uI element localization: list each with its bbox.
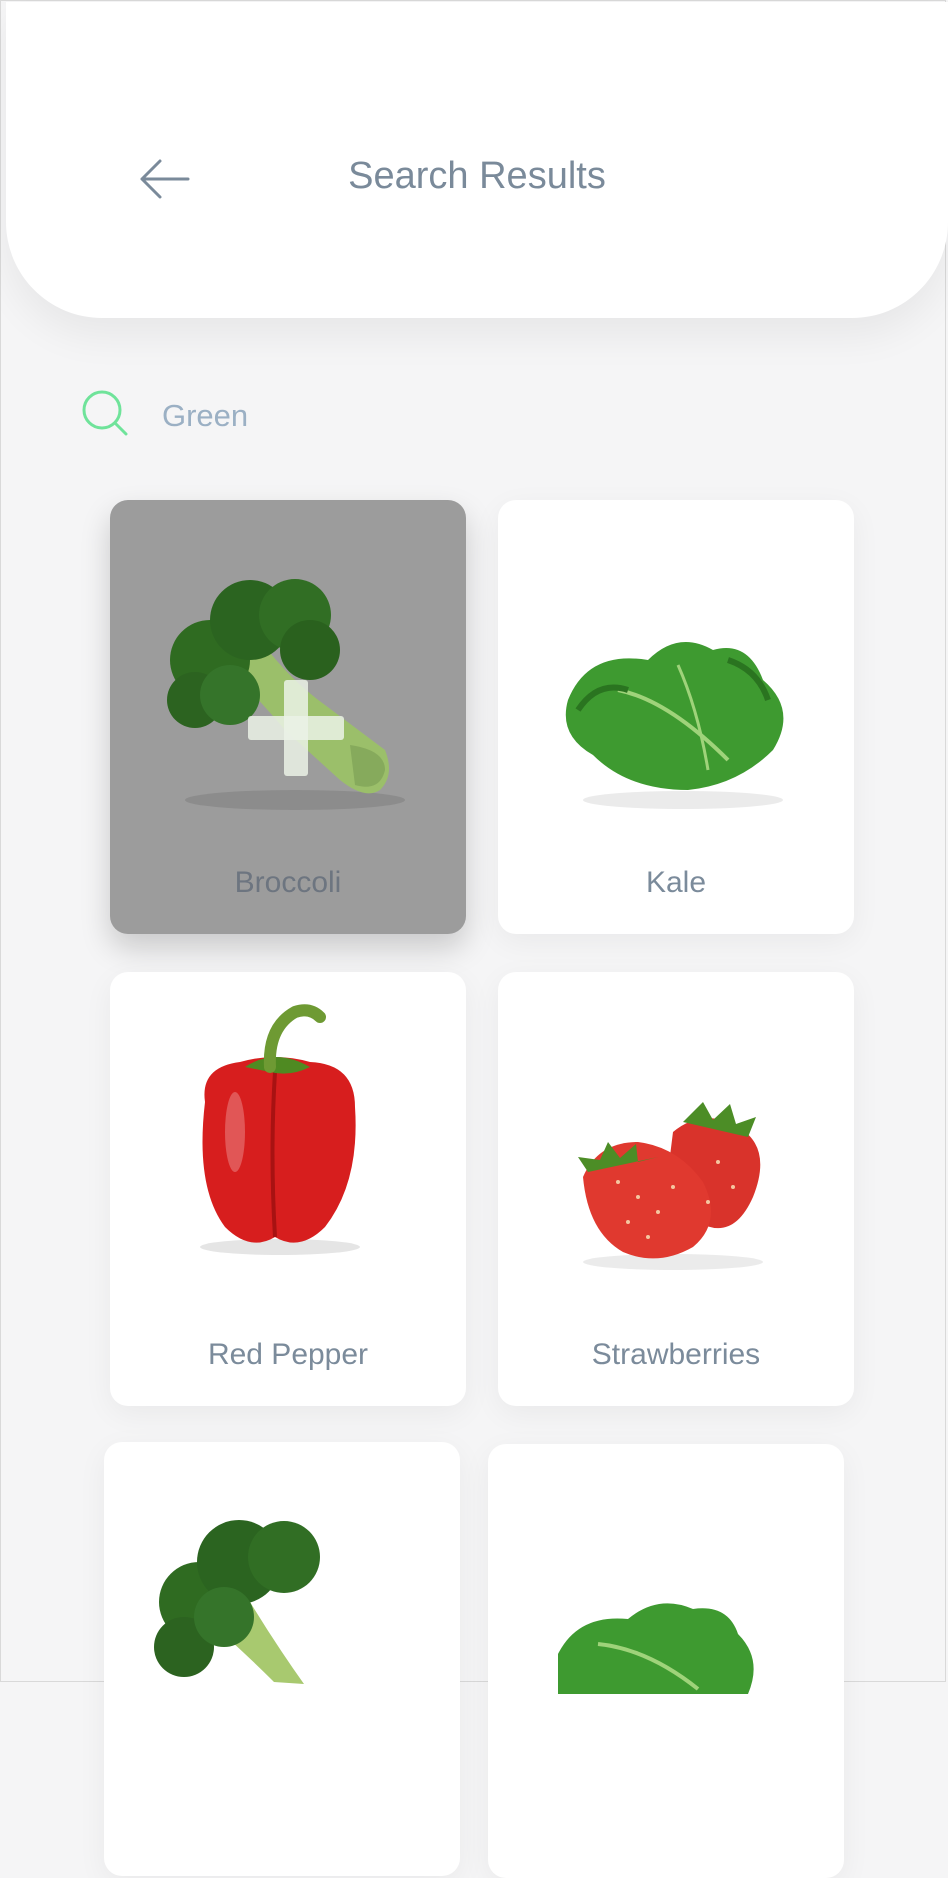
result-card[interactable] bbox=[104, 1442, 460, 1876]
plus-icon[interactable] bbox=[248, 680, 344, 776]
search-input[interactable]: Green bbox=[162, 398, 248, 434]
broccoli-image bbox=[154, 1520, 320, 1684]
result-card-strawberries[interactable]: Strawberries bbox=[498, 972, 854, 1406]
result-label: Red Pepper bbox=[207, 1338, 369, 1371]
kale-image bbox=[558, 1603, 754, 1694]
result-label: Broccoli bbox=[234, 866, 342, 899]
result-card-broccoli[interactable]: Broccoli bbox=[110, 500, 466, 934]
page-title: Search Results bbox=[348, 155, 606, 197]
result-card-kale[interactable]: Kale bbox=[498, 500, 854, 934]
result-card[interactable] bbox=[488, 1444, 844, 1878]
result-label: Strawberries bbox=[591, 1338, 761, 1371]
app-header: Search Results bbox=[6, 2, 948, 318]
search-bar[interactable]: Green bbox=[80, 388, 860, 444]
search-icon[interactable] bbox=[80, 388, 132, 440]
result-label: Kale bbox=[645, 866, 707, 899]
result-card-red-pepper[interactable]: Red Pepper bbox=[110, 972, 466, 1406]
